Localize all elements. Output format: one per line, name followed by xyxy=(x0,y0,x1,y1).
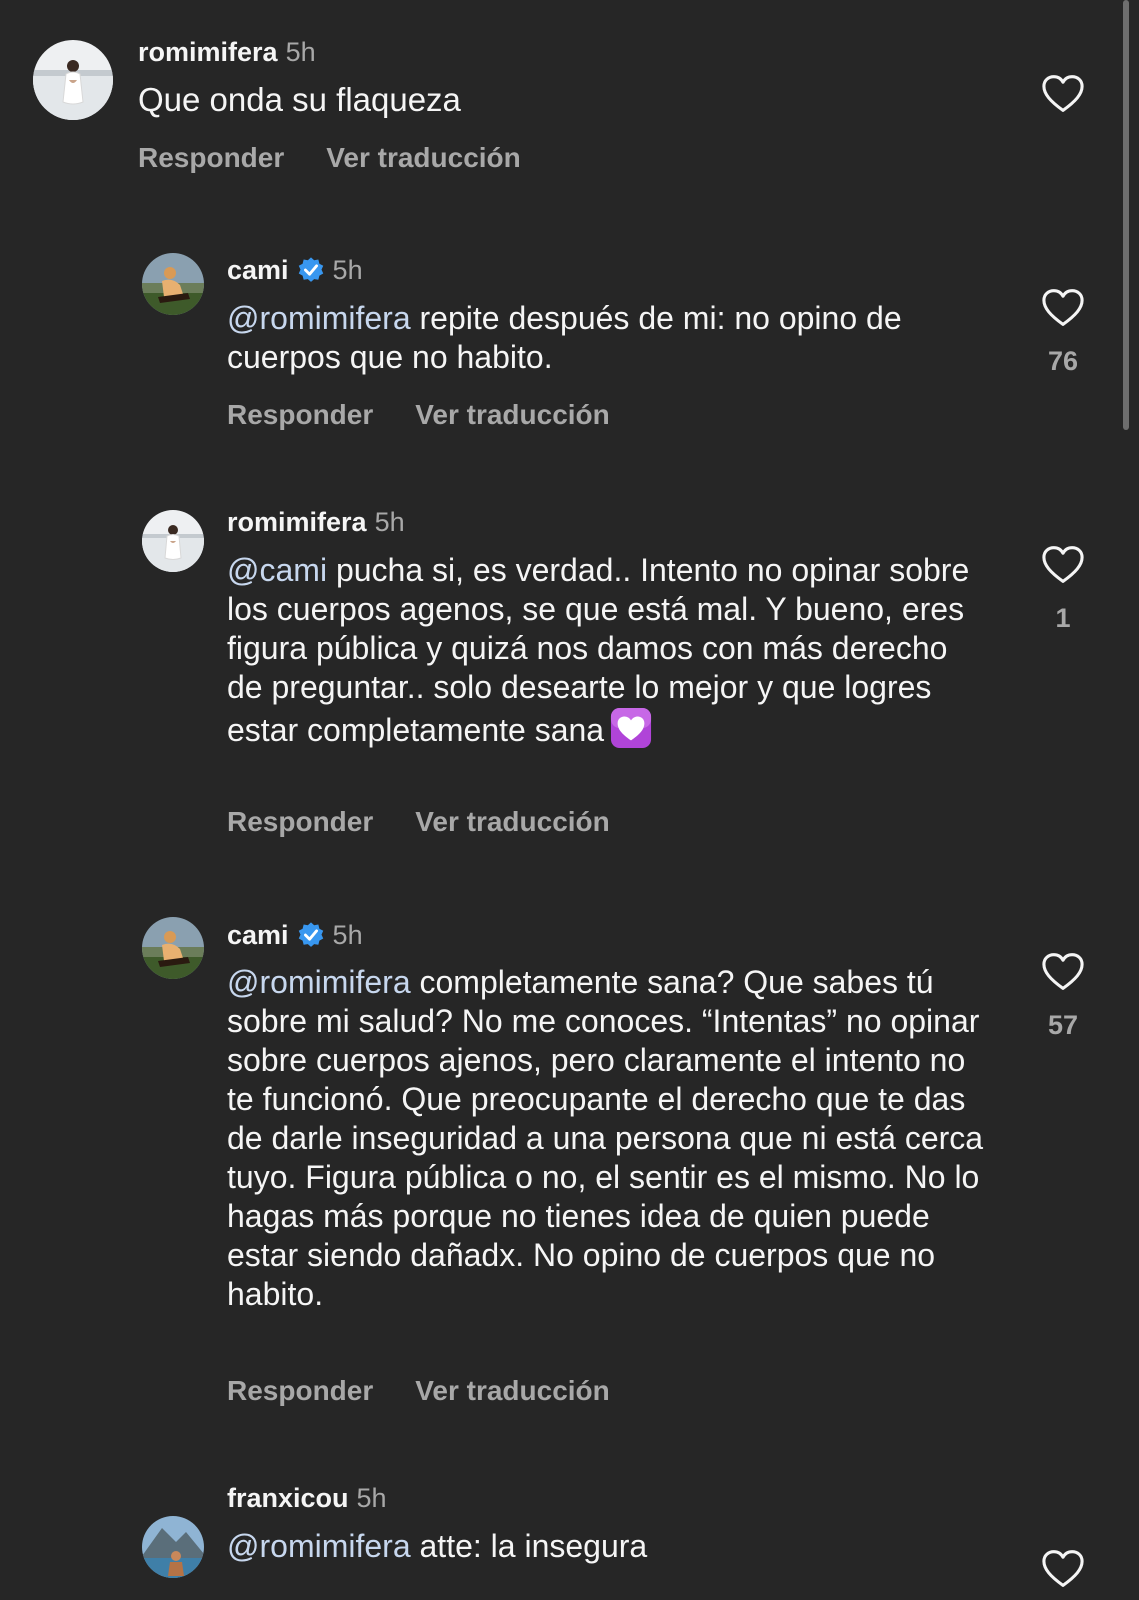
see-translation-button[interactable]: Ver traducción xyxy=(415,1375,610,1406)
like-count: 1 xyxy=(1055,603,1071,633)
comment-meta: cami 5h xyxy=(227,919,363,951)
avatar-woman-white-dress-icon xyxy=(142,510,204,572)
like-area xyxy=(1038,1549,1088,1589)
heart-with-ribbon-emoji xyxy=(610,707,652,749)
like-count: 76 xyxy=(1047,346,1079,376)
reply-button[interactable]: Responder xyxy=(227,399,373,430)
reply-button[interactable]: Responder xyxy=(227,1375,373,1406)
username[interactable]: romimifera xyxy=(138,37,278,67)
avatar-woman-outdoors-icon xyxy=(142,917,204,979)
comment-meta: romimifera 5h xyxy=(138,36,316,68)
heart-outline-icon[interactable] xyxy=(1041,545,1085,585)
avatar[interactable] xyxy=(142,917,204,979)
see-translation-button[interactable]: Ver traducción xyxy=(415,806,610,837)
username[interactable]: cami xyxy=(227,255,289,285)
heart-outline-icon[interactable] xyxy=(1041,952,1085,992)
timestamp: 5h xyxy=(332,920,363,950)
avatar[interactable] xyxy=(33,40,113,120)
comment-body-text: completamente sana? Que sabes tú sobre m… xyxy=(227,964,984,1312)
mention-link[interactable]: @cami xyxy=(227,552,327,588)
like-count: 57 xyxy=(1047,1010,1079,1040)
avatar-mountain-sea-icon xyxy=(142,1516,204,1578)
comment-text: @romimifera repite después de mi: no opi… xyxy=(227,299,987,377)
avatar[interactable] xyxy=(142,1516,204,1578)
heart-outline-icon[interactable] xyxy=(1041,74,1085,114)
avatar-woman-white-dress-icon xyxy=(33,40,113,120)
comment-meta: cami 5h xyxy=(227,254,363,286)
mention-link[interactable]: @romimifera xyxy=(227,964,411,1000)
avatar[interactable] xyxy=(142,253,204,315)
timestamp: 5h xyxy=(356,1483,387,1513)
comment-body-text: Que onda su flaqueza xyxy=(138,81,461,118)
avatar-woman-outdoors-icon xyxy=(142,253,204,315)
reply-button[interactable]: Responder xyxy=(138,142,284,173)
heart-outline-icon[interactable] xyxy=(1041,288,1085,328)
like-area: 57 xyxy=(1038,952,1088,1041)
comment-actions: Responder Ver traducción xyxy=(227,805,610,839)
mention-link[interactable]: @romimifera xyxy=(227,1528,411,1564)
reply-button[interactable]: Responder xyxy=(227,806,373,837)
verified-badge-icon xyxy=(297,256,325,284)
timestamp: 5h xyxy=(285,37,316,67)
comment-actions: Responder Ver traducción xyxy=(227,398,610,432)
comment-meta: romimifera 5h xyxy=(227,506,405,538)
comment-body-text: pucha si, es verdad.. Intento no opinar … xyxy=(227,552,970,748)
like-area: 1 xyxy=(1038,545,1088,634)
comment-text: @romimifera atte: la insegura xyxy=(227,1527,987,1566)
see-translation-button[interactable]: Ver traducción xyxy=(326,142,521,173)
timestamp: 5h xyxy=(332,255,363,285)
username[interactable]: cami xyxy=(227,920,289,950)
comment-text: Que onda su flaqueza xyxy=(138,80,898,119)
verified-badge-icon xyxy=(297,921,325,949)
avatar[interactable] xyxy=(142,510,204,572)
username[interactable]: romimifera xyxy=(227,507,367,537)
see-translation-button[interactable]: Ver traducción xyxy=(415,399,610,430)
comment-body-text: atte: la insegura xyxy=(410,1528,648,1564)
comment-meta: franxicou 5h xyxy=(227,1482,387,1514)
comment-text: @cami pucha si, es verdad.. Intento no o… xyxy=(227,551,987,750)
like-area: 76 xyxy=(1038,288,1088,377)
mention-link[interactable]: @romimifera xyxy=(227,300,411,336)
comment-actions: Responder Ver traducción xyxy=(227,1374,610,1408)
username[interactable]: franxicou xyxy=(227,1483,349,1513)
comment-actions: Responder Ver traducción xyxy=(138,141,521,175)
comment-text: @romimifera completamente sana? Que sabe… xyxy=(227,963,987,1314)
timestamp: 5h xyxy=(374,507,405,537)
like-area xyxy=(1038,74,1088,114)
scrollbar[interactable] xyxy=(1123,0,1129,430)
heart-outline-icon[interactable] xyxy=(1041,1549,1085,1589)
